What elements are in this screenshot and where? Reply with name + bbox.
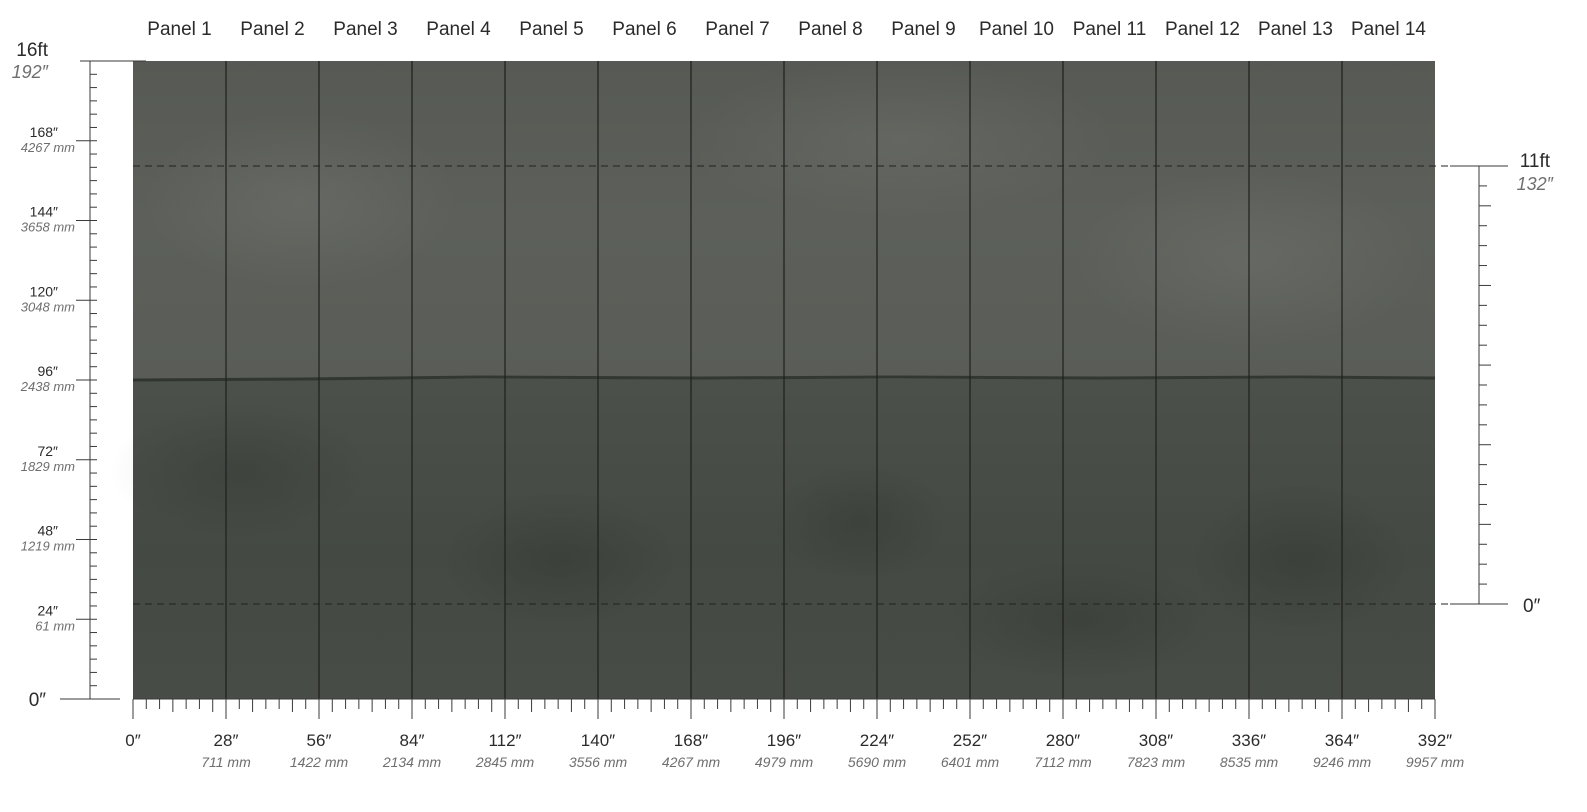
- bottom-ruler-label: 364″: [1325, 731, 1359, 750]
- bottom-ruler-mm-label: 5690 mm: [848, 754, 907, 770]
- bottom-ruler-mm-label: 6401 mm: [941, 754, 1000, 770]
- bottom-ruler-mm-label: 3556 mm: [569, 754, 628, 770]
- bottom-ruler-mm-label: 7112 mm: [1034, 754, 1092, 770]
- bottom-ruler-label: 84″: [400, 731, 425, 750]
- bottom-ruler-mm-label: 4267 mm: [662, 754, 721, 770]
- bottom-ruler-label: 168″: [674, 731, 708, 750]
- bottom-ruler-label: 252″: [953, 731, 987, 750]
- panel-labels: Panel 1 Panel 2 Panel 3 Panel 4 Panel 5 Panel…: [147, 19, 1426, 40]
- right-ruler-zero: 0″: [1523, 596, 1541, 617]
- bottom-ruler-label: 112″: [488, 731, 521, 750]
- bottom-ruler-label: 392″: [1418, 731, 1452, 750]
- panel-label: Panel 8: [798, 19, 862, 40]
- bottom-ruler-mm-label: 9957 mm: [1406, 754, 1465, 770]
- bottom-ruler-mm-label: 2134 mm: [382, 754, 442, 770]
- left-ruler-label: 168″: [30, 124, 58, 140]
- panel-label: Panel 6: [612, 19, 676, 40]
- panel-label: Panel 11: [1073, 19, 1147, 40]
- bottom-ruler-mm-label: 7823 mm: [1127, 754, 1186, 770]
- panel-label: Panel 5: [519, 19, 583, 40]
- bottom-ruler-label: 224″: [860, 731, 894, 750]
- bottom-ruler-label: 196″: [767, 731, 801, 750]
- panel-label: Panel 2: [240, 19, 304, 40]
- panel-label: Panel 7: [705, 19, 769, 40]
- left-ruler-mm-label: 2438 mm: [20, 379, 75, 394]
- panel-label: Panel 4: [426, 19, 491, 40]
- bottom-ruler-label: 308″: [1139, 731, 1173, 750]
- bottom-ruler-label: 336″: [1232, 731, 1266, 750]
- right-ruler: 11ft 132″ 0″: [1450, 151, 1554, 617]
- bottom-ruler-label: 280″: [1046, 731, 1080, 750]
- bottom-ruler-label: 0″: [125, 731, 140, 750]
- wall-mural-diagram: Panel 1 Panel 2 Panel 3 Panel 4 Panel 5 Panel…: [12, 19, 1554, 770]
- panel-label: Panel 10: [979, 19, 1054, 40]
- bottom-ruler: 0″ 28″ 711 mm 56″ 1422 mm 84″ 2134 mm 112″ 2845 …: [125, 698, 1465, 770]
- left-ruler-top-ft: 16ft: [16, 40, 48, 61]
- left-ruler-mm-label: 3658 mm: [21, 220, 75, 235]
- panel-label: Panel 12: [1165, 19, 1240, 40]
- left-ruler-top-in: 192″: [12, 62, 49, 82]
- left-ruler-label: 144″: [30, 204, 58, 220]
- left-ruler-mm-label: 1219 mm: [21, 539, 75, 554]
- panel-label: Panel 9: [891, 19, 955, 40]
- left-ruler-mm-label: 1829 mm: [21, 459, 75, 474]
- bottom-ruler-label: 28″: [214, 731, 239, 750]
- right-ruler-top-in: 132″: [1517, 174, 1554, 194]
- bottom-ruler-label: 140″: [581, 731, 615, 750]
- left-ruler: 16ft 192″ 0″ 168″4267 mm 144″3658 mm 120″3…: [12, 40, 146, 711]
- left-ruler-mm-label: 4267 mm: [21, 140, 75, 155]
- wall-image: [110, 60, 1470, 699]
- right-ruler-top-ft: 11ft: [1520, 151, 1551, 172]
- bottom-ruler-mm-label: 1422 mm: [290, 754, 349, 770]
- left-ruler-label: 24″: [37, 602, 58, 618]
- panel-label: Panel 3: [333, 19, 397, 40]
- left-ruler-zero: 0″: [29, 690, 47, 711]
- left-ruler-label: 72″: [37, 443, 58, 459]
- panel-label: Panel 13: [1258, 19, 1333, 40]
- left-ruler-mm-label: 3048 mm: [21, 299, 75, 314]
- bottom-ruler-mm-label: 2845 mm: [475, 754, 535, 770]
- bottom-ruler-mm-label: 8535 mm: [1220, 754, 1279, 770]
- bottom-ruler-mm-label: 711 mm: [201, 754, 251, 770]
- bottom-ruler-label: 56″: [307, 731, 332, 750]
- bottom-ruler-mm-label: 9246 mm: [1313, 754, 1372, 770]
- left-ruler-label: 120″: [30, 283, 58, 299]
- bottom-ruler-mm-label: 4979 mm: [755, 754, 814, 770]
- left-ruler-mm-label: 61 mm: [35, 618, 75, 633]
- left-ruler-label: 48″: [37, 523, 58, 539]
- panel-label: Panel 14: [1351, 19, 1426, 40]
- panel-label: Panel 1: [147, 19, 211, 40]
- left-ruler-label: 96″: [37, 363, 58, 379]
